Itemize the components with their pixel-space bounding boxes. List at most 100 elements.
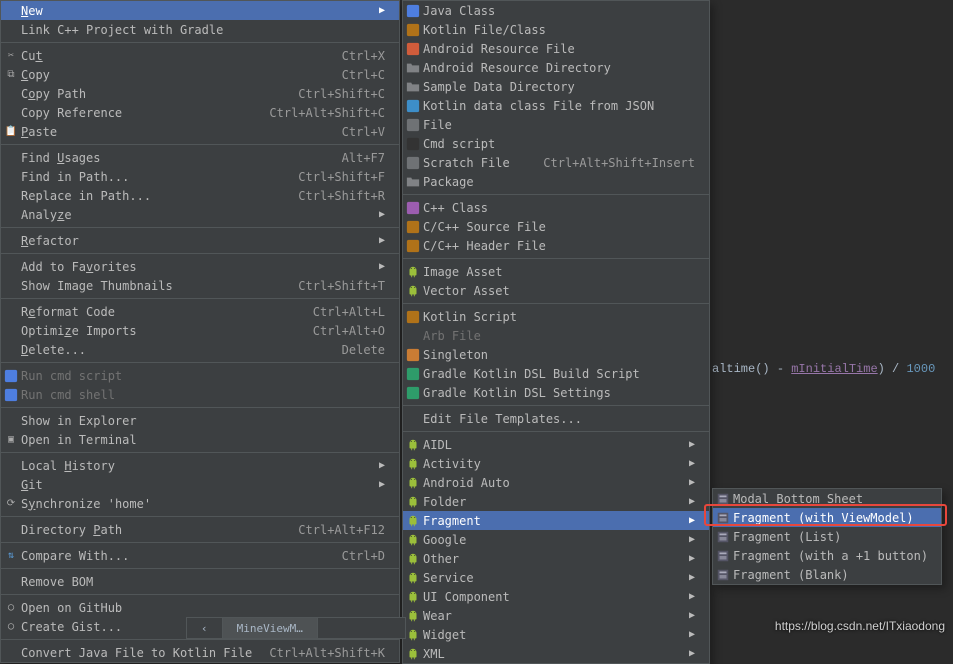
new-item-kotlin-file-class[interactable]: Kotlin File/Class [403, 20, 709, 39]
context-item-paste[interactable]: 📋PasteCtrl+V [1, 122, 399, 141]
new-item-file[interactable]: File [403, 115, 709, 134]
new-item-scratch-file[interactable]: Scratch FileCtrl+Alt+Shift+Insert [403, 153, 709, 172]
context-item-copy[interactable]: ⧉CopyCtrl+C [1, 65, 399, 84]
context-item-open-in-terminal[interactable]: ▣Open in Terminal [1, 430, 399, 449]
submenu-arrow-icon: ▶ [689, 610, 695, 621]
menu-item-label: Run cmd shell [21, 388, 385, 402]
new-item-other[interactable]: Other▶ [403, 549, 709, 568]
context-item-analyze[interactable]: Analyze▶ [1, 205, 399, 224]
submenu-arrow-icon: ▶ [689, 477, 695, 488]
new-item-c-class[interactable]: C++ Class [403, 198, 709, 217]
new-item-wear[interactable]: Wear▶ [403, 606, 709, 625]
editor-tab-active[interactable]: MineViewM… [223, 618, 318, 638]
s-icon [405, 200, 421, 216]
context-item-replace-in-path[interactable]: Replace in Path...Ctrl+Shift+R [1, 186, 399, 205]
menu-item-shortcut: Alt+F7 [328, 151, 385, 165]
context-item-show-in-explorer[interactable]: Show in Explorer [1, 411, 399, 430]
context-item-find-in-path[interactable]: Find in Path...Ctrl+Shift+F [1, 167, 399, 186]
context-item-local-history[interactable]: Local History▶ [1, 456, 399, 475]
menu-separator [403, 405, 709, 406]
new-item-gradle-kotlin-dsl-settings[interactable]: Gradle Kotlin DSL Settings [403, 383, 709, 402]
new-item-activity[interactable]: Activity▶ [403, 454, 709, 473]
new-item-kotlin-script[interactable]: Kotlin Script [403, 307, 709, 326]
menu-item-label: Find Usages [21, 151, 328, 165]
android-icon [405, 570, 421, 586]
context-item-refactor[interactable]: Refactor▶ [1, 231, 399, 250]
new-item-ui-component[interactable]: UI Component▶ [403, 587, 709, 606]
context-item-directory-path[interactable]: Directory PathCtrl+Alt+F12 [1, 520, 399, 539]
class-icon [405, 3, 421, 19]
context-item-copy-path[interactable]: Copy PathCtrl+Shift+C [1, 84, 399, 103]
new-item-c-c-header-file[interactable]: C/C++ Header File [403, 236, 709, 255]
new-item-c-c-source-file[interactable]: C/C++ Source File [403, 217, 709, 236]
context-item-remove-bom[interactable]: Remove BOM [1, 572, 399, 591]
context-item-open-on-github[interactable]: ◯Open on GitHub [1, 598, 399, 617]
context-item-synchronize-home[interactable]: ⟳Synchronize 'home' [1, 494, 399, 513]
menu-item-label: Show in Explorer [21, 414, 385, 428]
new-item-package[interactable]: Package [403, 172, 709, 191]
menu-item-label: Fragment (List) [733, 530, 927, 544]
sync-icon: ⟳ [3, 496, 19, 512]
new-item-kotlin-data-class-file-from-json[interactable]: Kotlin data class File from JSON [403, 96, 709, 115]
new-item-folder[interactable]: Folder▶ [403, 492, 709, 511]
android-icon [405, 646, 421, 662]
js-icon [405, 98, 421, 114]
menu-separator [403, 303, 709, 304]
new-item-fragment[interactable]: Fragment▶ [403, 511, 709, 530]
submenu-arrow-icon: ▶ [689, 591, 695, 602]
context-item-delete[interactable]: Delete...Delete [1, 340, 399, 359]
context-item-optimize-imports[interactable]: Optimize ImportsCtrl+Alt+O [1, 321, 399, 340]
new-item-cmd-script[interactable]: Cmd script [403, 134, 709, 153]
menu-item-label: Kotlin data class File from JSON [423, 99, 695, 113]
android-icon [405, 475, 421, 491]
menu-item-label: C++ Class [423, 201, 695, 215]
highlight-rectangle [704, 504, 947, 526]
context-item-compare-with[interactable]: ⇅Compare With...Ctrl+D [1, 546, 399, 565]
fragment-item-fragment-blank[interactable]: Fragment (Blank) [713, 565, 941, 584]
new-item-google[interactable]: Google▶ [403, 530, 709, 549]
new-item-vector-asset[interactable]: Vector Asset [403, 281, 709, 300]
new-item-image-asset[interactable]: Image Asset [403, 262, 709, 281]
new-item-service[interactable]: Service▶ [403, 568, 709, 587]
new-item-widget[interactable]: Widget▶ [403, 625, 709, 644]
submenu-arrow-icon: ▶ [689, 496, 695, 507]
menu-item-label: Fragment (with a +1 button) [733, 549, 928, 563]
menu-separator [1, 639, 399, 640]
submenu-arrow-icon: ▶ [689, 553, 695, 564]
fragment-item-fragment-with-a-1-button[interactable]: Fragment (with a +1 button) [713, 546, 941, 565]
context-item-git[interactable]: Git▶ [1, 475, 399, 494]
menu-item-label: Service [423, 571, 683, 585]
new-item-android-resource-file[interactable]: Android Resource File [403, 39, 709, 58]
new-item-android-auto[interactable]: Android Auto▶ [403, 473, 709, 492]
editor-code-fragment: altime() - mInitialTime) / 1000 [712, 362, 935, 376]
menu-item-label: Copy Path [21, 87, 284, 101]
context-item-convert-java-file-to-kotlin-file[interactable]: Convert Java File to Kotlin FileCtrl+Alt… [1, 643, 399, 662]
new-item-android-resource-directory[interactable]: Android Resource Directory [403, 58, 709, 77]
context-item-reformat-code[interactable]: Reformat CodeCtrl+Alt+L [1, 302, 399, 321]
menu-item-label: Open in Terminal [21, 433, 385, 447]
new-item-gradle-kotlin-dsl-build-script[interactable]: Gradle Kotlin DSL Build Script [403, 364, 709, 383]
context-item-cut[interactable]: ✂CutCtrl+X [1, 46, 399, 65]
context-item-copy-reference[interactable]: Copy ReferenceCtrl+Alt+Shift+C [1, 103, 399, 122]
android-icon [405, 437, 421, 453]
context-item-add-to-favorites[interactable]: Add to Favorites▶ [1, 257, 399, 276]
context-item-show-image-thumbnails[interactable]: Show Image ThumbnailsCtrl+Shift+T [1, 276, 399, 295]
fragment-item-fragment-list[interactable]: Fragment (List) [713, 527, 941, 546]
diff-icon: ⇅ [3, 548, 19, 564]
menu-separator [1, 516, 399, 517]
context-item-link-c-project-with-gradle[interactable]: Link C++ Project with Gradle [1, 20, 399, 39]
menu-item-shortcut: Ctrl+Shift+F [284, 170, 385, 184]
tab-scroll-left[interactable]: ‹ [187, 618, 223, 638]
menu-item-label: Gradle Kotlin DSL Settings [423, 386, 695, 400]
menu-item-shortcut: Ctrl+Alt+F12 [284, 523, 385, 537]
new-item-singleton[interactable]: Singleton [403, 345, 709, 364]
menu-separator [1, 144, 399, 145]
new-item-edit-file-templates[interactable]: Edit File Templates... [403, 409, 709, 428]
new-item-aidl[interactable]: AIDL▶ [403, 435, 709, 454]
new-item-xml[interactable]: XML▶ [403, 644, 709, 663]
new-item-sample-data-directory[interactable]: Sample Data Directory [403, 77, 709, 96]
menu-separator [403, 431, 709, 432]
new-item-java-class[interactable]: Java Class [403, 1, 709, 20]
context-item-find-usages[interactable]: Find UsagesAlt+F7 [1, 148, 399, 167]
context-item-new[interactable]: New▶ [1, 1, 399, 20]
